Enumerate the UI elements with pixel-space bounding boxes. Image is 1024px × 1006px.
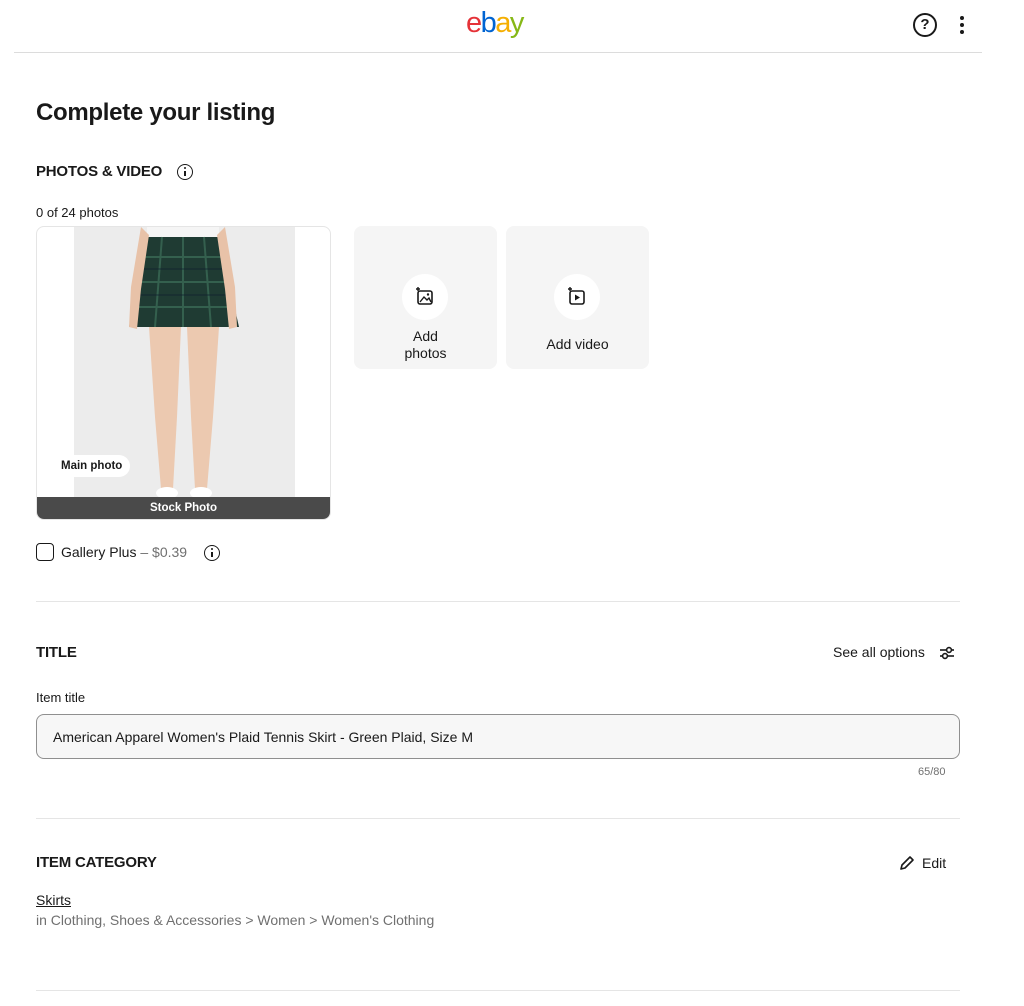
item-title-input[interactable] (36, 714, 960, 759)
gallery-plus-info-icon[interactable] (204, 545, 220, 561)
logo-letter-b: b (480, 7, 497, 39)
main-photo-tile[interactable]: Main photo Stock Photo (36, 226, 331, 520)
logo-letter-a: a (495, 7, 511, 39)
gallery-plus-price: – $0.39 (136, 544, 188, 560)
ebay-logo[interactable]: ebay (466, 6, 525, 40)
section-divider (36, 818, 960, 819)
section-divider (36, 990, 960, 991)
title-char-count: 65/80 (918, 766, 946, 778)
add-video-label: Add video (546, 336, 609, 352)
sliders-icon[interactable] (938, 644, 956, 662)
help-icon[interactable]: ? (913, 13, 937, 37)
add-photos-button[interactable]: Add photos (354, 226, 497, 369)
photos-info-icon[interactable] (177, 164, 193, 180)
edit-label: Edit (922, 855, 947, 871)
add-photos-label-line1: Add (413, 328, 438, 344)
add-video-icon (568, 287, 585, 305)
category-name-link[interactable]: Skirts (36, 892, 71, 908)
add-photo-icon (416, 287, 433, 305)
item-title-label: Item title (36, 690, 86, 705)
gallery-plus-label[interactable]: Gallery Plus – $0.39 (61, 544, 187, 560)
gallery-plus-checkbox[interactable] (36, 543, 54, 561)
page-title: Complete your listing (36, 99, 276, 126)
item-category-heading: ITEM CATEGORY (36, 854, 157, 871)
add-video-button[interactable]: Add video (506, 226, 649, 369)
stock-photo-label: Stock Photo (37, 497, 330, 519)
section-divider (36, 601, 960, 602)
top-header: ebay ? (14, 0, 982, 53)
title-heading: TITLE (36, 644, 77, 661)
pencil-icon (900, 856, 914, 870)
add-photos-icon-wrap (402, 274, 448, 320)
add-photos-label-line2: photos (404, 345, 447, 361)
main-photo-badge: Main photo (53, 455, 131, 477)
more-options-icon[interactable] (954, 13, 970, 37)
photos-video-heading: PHOTOS & VIDEO (36, 163, 163, 180)
category-path: in Clothing, Shoes & Accessories > Women… (36, 912, 435, 928)
gallery-plus-text: Gallery Plus (61, 544, 137, 560)
photo-count: 0 of 24 photos (36, 205, 119, 220)
logo-letter-e: e (466, 7, 482, 39)
logo-letter-y: y (509, 7, 525, 39)
listing-page: ebay ? Complete your listing PHOTOS & VI… (0, 0, 1024, 1006)
add-video-icon-wrap (554, 274, 600, 320)
see-all-options-link[interactable]: See all options (833, 644, 925, 660)
